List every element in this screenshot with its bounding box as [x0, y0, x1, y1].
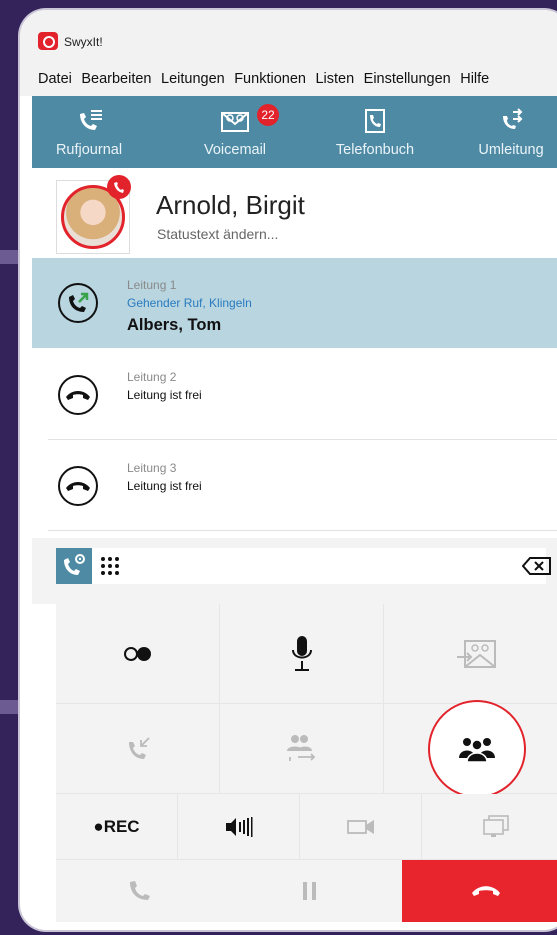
- hold-button[interactable]: [220, 860, 402, 922]
- app-window: SwyxIt! Datei Bearbeiten Leitungen Funkt…: [20, 10, 557, 930]
- pickup-button[interactable]: [56, 704, 220, 794]
- divider: [48, 439, 557, 440]
- app-title: SwyxIt!: [64, 35, 103, 49]
- screen-share-icon: [482, 814, 509, 837]
- speaker-button[interactable]: [178, 794, 300, 860]
- phonebook-icon: [365, 109, 385, 133]
- line-2[interactable]: Leitung 2 Leitung ist frei: [32, 350, 557, 440]
- number-input[interactable]: [56, 548, 546, 584]
- line-2-call-button[interactable]: [58, 375, 98, 415]
- transfer-to-voicemail-icon: [456, 639, 496, 668]
- call-actions-row: [56, 860, 557, 922]
- busy-phone-badge-icon: [107, 175, 131, 199]
- toolbar-label: Rufjournal: [55, 142, 123, 158]
- record-label: ●REC: [93, 817, 139, 837]
- line-3-state: Leitung ist frei: [127, 479, 202, 493]
- background-stripe: [0, 250, 22, 264]
- menu-einstellungen[interactable]: Einstellungen: [364, 71, 451, 87]
- toolbar-rufjournal[interactable]: Rufjournal: [34, 96, 144, 168]
- call-journal-icon: [80, 110, 102, 130]
- control-grid: ●REC: [56, 604, 557, 860]
- two-circles-icon: [123, 646, 151, 661]
- hangup-button[interactable]: [402, 860, 557, 922]
- menu-funktionen[interactable]: Funktionen: [234, 71, 306, 87]
- menu-bar: Datei Bearbeiten Leitungen Funktionen Li…: [20, 62, 557, 96]
- line-1-title: Leitung 1: [127, 278, 177, 292]
- record-text: REC: [103, 816, 140, 836]
- title-bar: SwyxIt!: [20, 10, 557, 62]
- voicemail-count-badge: 22: [257, 104, 279, 126]
- conference-icon: [458, 737, 495, 763]
- transfer-button[interactable]: [220, 704, 384, 794]
- voicemail-icon: [221, 112, 249, 132]
- hangup-icon: [66, 482, 90, 491]
- line-2-title: Leitung 2: [127, 370, 177, 384]
- video-camera-icon: [346, 819, 374, 834]
- line-3[interactable]: Leitung 3 Leitung ist frei: [32, 441, 557, 531]
- divider: [48, 530, 557, 531]
- menu-leitungen[interactable]: Leitungen: [161, 71, 225, 87]
- outgoing-call-icon: [69, 292, 89, 312]
- dialpad-icon[interactable]: [100, 556, 120, 576]
- line-1[interactable]: Leitung 1 Gehender Ruf, Klingeln Albers,…: [32, 258, 557, 348]
- dial-area: [32, 538, 557, 604]
- profile-header: Arnold, Birgit Statustext ändern...: [32, 168, 557, 258]
- record-button[interactable]: ●REC: [56, 794, 178, 860]
- hangup-icon: [472, 886, 500, 896]
- dial-settings-button[interactable]: [56, 548, 92, 584]
- user-name: Arnold, Birgit: [156, 190, 305, 220]
- phone-icon: [130, 881, 150, 900]
- toggle-display-button[interactable]: [56, 604, 220, 704]
- menu-datei[interactable]: Datei: [38, 71, 72, 87]
- backspace-icon[interactable]: [522, 556, 552, 576]
- hangup-icon: [66, 391, 90, 400]
- call-forward-icon: [503, 108, 523, 129]
- toolbar-label: Umleitung: [478, 142, 544, 158]
- toolbar: Rufjournal Voicemail 22 Telefonbuch Umle…: [32, 96, 557, 168]
- line-1-caller: Albers, Tom: [127, 316, 222, 334]
- status-text[interactable]: Statustext ändern...: [157, 226, 278, 242]
- voicemail-transfer-button[interactable]: [384, 604, 557, 704]
- background-stripe: [0, 700, 22, 714]
- incoming-call-icon: [128, 736, 150, 759]
- pause-icon: [303, 882, 316, 900]
- avatar-frame[interactable]: [56, 175, 131, 254]
- microphone-icon: [291, 635, 312, 671]
- screen-share-button[interactable]: [422, 794, 557, 860]
- menu-hilfe[interactable]: Hilfe: [460, 71, 489, 87]
- dial-button[interactable]: [56, 860, 220, 922]
- toolbar-label: Voicemail: [203, 142, 267, 158]
- line-3-title: Leitung 3: [127, 461, 177, 475]
- video-button[interactable]: [300, 794, 422, 860]
- line-2-state: Leitung ist frei: [127, 388, 202, 402]
- microphone-button[interactable]: [220, 604, 384, 704]
- record-dot-icon: ●: [93, 816, 104, 836]
- transfer-people-icon: [286, 734, 315, 761]
- line-1-state: Gehender Ruf, Klingeln: [127, 296, 252, 310]
- menu-bearbeiten[interactable]: Bearbeiten: [81, 71, 151, 87]
- toolbar-label: Telefonbuch: [335, 142, 415, 158]
- phone-settings-icon: [64, 554, 85, 575]
- line-3-call-button[interactable]: [58, 466, 98, 506]
- line-1-call-button[interactable]: [58, 283, 98, 323]
- speaker-volume-icon: [225, 816, 252, 837]
- swyxit-logo-icon: [38, 32, 58, 50]
- conference-button[interactable]: [384, 699, 557, 798]
- menu-listen[interactable]: Listen: [315, 71, 354, 87]
- toolbar-telefonbuch[interactable]: Telefonbuch: [320, 96, 430, 168]
- toolbar-umleitung[interactable]: Umleitung: [456, 96, 557, 168]
